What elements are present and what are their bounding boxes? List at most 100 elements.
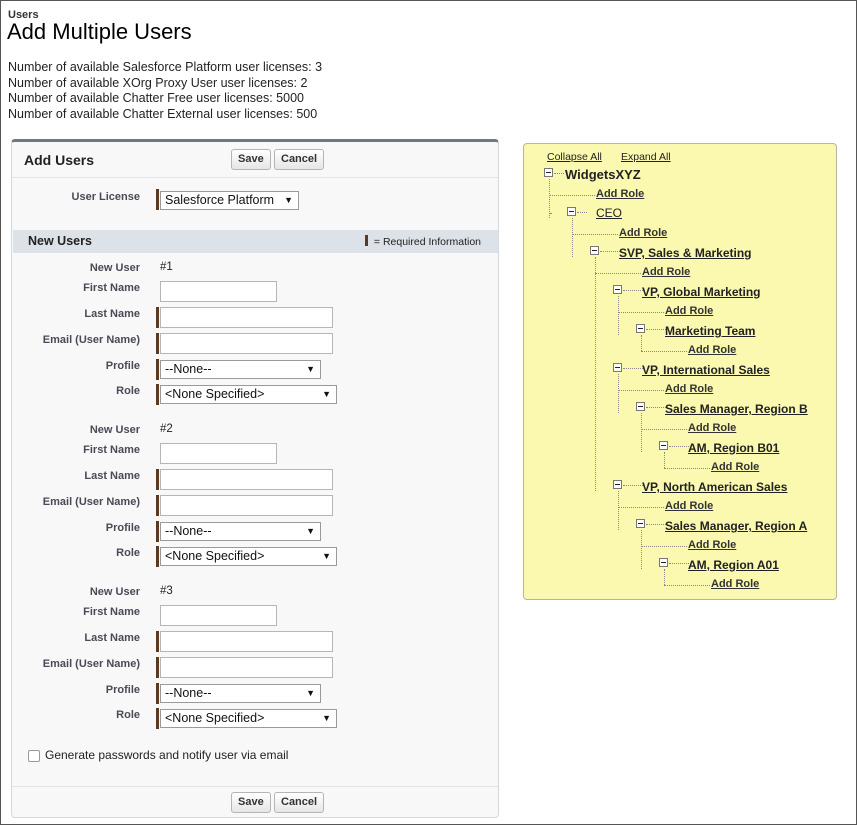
add-role-link[interactable]: Add Role bbox=[688, 344, 736, 356]
user-license-select[interactable]: Salesforce Platform ▼ bbox=[160, 191, 299, 210]
tree-connector bbox=[595, 257, 596, 491]
tree-connector bbox=[641, 530, 642, 569]
first-name-label: First Name bbox=[83, 282, 140, 294]
license-info: Number of available Salesforce Platform … bbox=[8, 60, 322, 122]
tree-connector bbox=[618, 312, 664, 313]
cancel-button[interactable]: Cancel bbox=[274, 149, 325, 170]
tree-connector bbox=[646, 407, 666, 408]
role-node-sales-manager-region-a[interactable]: Sales Manager, Region A bbox=[665, 519, 807, 533]
first-name-input[interactable] bbox=[160, 605, 277, 626]
add-role-link[interactable]: Add Role bbox=[619, 227, 667, 239]
tree-connector bbox=[664, 585, 710, 586]
role-node-sales-manager-region-b[interactable]: Sales Manager, Region B bbox=[665, 402, 808, 416]
collapse-all-link[interactable]: Collapse All bbox=[547, 151, 602, 163]
profile-select[interactable]: --None-- ▼ bbox=[160, 684, 321, 703]
tree-connector bbox=[618, 491, 619, 530]
first-name-label: First Name bbox=[83, 444, 140, 456]
required-indicator bbox=[156, 307, 159, 328]
user-number: #1 bbox=[160, 261, 173, 273]
role-select[interactable]: <None Specified> ▼ bbox=[160, 385, 337, 404]
last-name-input[interactable] bbox=[160, 469, 333, 490]
add-role-link[interactable]: Add Role bbox=[711, 461, 759, 473]
last-name-label: Last Name bbox=[84, 632, 140, 644]
collapse-toggle-icon[interactable] bbox=[567, 207, 576, 216]
collapse-toggle-icon[interactable] bbox=[613, 285, 622, 294]
role-value: <None Specified> bbox=[165, 711, 265, 725]
dropdown-arrow-icon: ▼ bbox=[306, 526, 315, 536]
first-name-label: First Name bbox=[83, 606, 140, 618]
notify-checkbox[interactable] bbox=[28, 750, 40, 762]
tree-connector bbox=[641, 335, 642, 351]
profile-value: --None-- bbox=[165, 686, 212, 700]
add-role-link[interactable]: Add Role bbox=[665, 305, 713, 317]
tree-connector bbox=[641, 546, 687, 547]
role-node-am-region-b01[interactable]: AM, Region B01 bbox=[688, 441, 779, 455]
role-node-ceo[interactable]: CEO bbox=[596, 206, 622, 220]
collapse-toggle-icon[interactable] bbox=[613, 480, 622, 489]
tree-connector bbox=[641, 429, 687, 430]
license-line: Number of available Chatter Free user li… bbox=[8, 91, 304, 105]
role-select[interactable]: <None Specified> ▼ bbox=[160, 547, 337, 566]
role-node-vp-north-american-sales[interactable]: VP, North American Sales bbox=[642, 480, 787, 494]
collapse-toggle-icon[interactable] bbox=[659, 558, 668, 567]
collapse-toggle-icon[interactable] bbox=[590, 246, 599, 255]
collapse-toggle-icon[interactable] bbox=[636, 402, 645, 411]
tree-connector bbox=[641, 413, 642, 452]
save-button-bottom[interactable]: Save bbox=[231, 792, 271, 813]
role-hierarchy-panel: Collapse All Expand All WidgetsXYZ Add R… bbox=[523, 143, 837, 600]
save-button[interactable]: Save bbox=[231, 149, 271, 170]
tree-connector bbox=[549, 213, 551, 214]
collapse-toggle-icon[interactable] bbox=[636, 324, 645, 333]
email-label: Email (User Name) bbox=[42, 658, 140, 670]
role-value: <None Specified> bbox=[165, 387, 265, 401]
collapse-toggle-icon[interactable] bbox=[659, 441, 668, 450]
role-node-svp-sales-marketing[interactable]: SVP, Sales & Marketing bbox=[619, 246, 752, 260]
last-name-input[interactable] bbox=[160, 307, 333, 328]
role-node-vp-international-sales[interactable]: VP, International Sales bbox=[642, 363, 770, 377]
footer-divider bbox=[12, 786, 498, 787]
last-name-input[interactable] bbox=[160, 631, 333, 652]
role-select[interactable]: <None Specified> ▼ bbox=[160, 709, 337, 728]
tree-connector bbox=[618, 390, 664, 391]
cancel-button-bottom[interactable]: Cancel bbox=[274, 792, 325, 813]
required-indicator bbox=[156, 521, 159, 542]
role-label: Role bbox=[116, 385, 140, 397]
profile-label: Profile bbox=[105, 522, 140, 534]
role-node-vp-global-marketing[interactable]: VP, Global Marketing bbox=[642, 285, 760, 299]
dropdown-arrow-icon: ▼ bbox=[306, 688, 315, 698]
first-name-input[interactable] bbox=[160, 443, 277, 464]
required-indicator bbox=[156, 384, 159, 405]
add-role-link[interactable]: Add Role bbox=[688, 539, 736, 551]
add-role-link[interactable]: Add Role bbox=[642, 266, 690, 278]
required-indicator bbox=[156, 631, 159, 652]
add-role-link[interactable]: Add Role bbox=[711, 578, 759, 590]
new-users-section-header: New Users = Required Information bbox=[13, 230, 498, 253]
new-user-label: New User bbox=[89, 262, 140, 274]
email-input[interactable] bbox=[160, 495, 333, 516]
required-legend: = Required Information bbox=[364, 235, 481, 248]
required-indicator bbox=[156, 708, 159, 729]
add-role-link[interactable]: Add Role bbox=[596, 188, 644, 200]
tree-connector bbox=[618, 374, 619, 413]
collapse-toggle-icon[interactable] bbox=[613, 363, 622, 372]
tree-root-label: WidgetsXYZ bbox=[565, 167, 641, 182]
tree-connector bbox=[646, 524, 666, 525]
profile-label: Profile bbox=[105, 684, 140, 696]
dropdown-arrow-icon: ▼ bbox=[306, 364, 315, 374]
profile-select[interactable]: --None-- ▼ bbox=[160, 360, 321, 379]
add-role-link[interactable]: Add Role bbox=[665, 500, 713, 512]
collapse-toggle-icon[interactable] bbox=[544, 168, 553, 177]
collapse-toggle-icon[interactable] bbox=[636, 519, 645, 528]
add-role-link[interactable]: Add Role bbox=[688, 422, 736, 434]
panel-header: Add Users Save Cancel bbox=[12, 142, 498, 178]
role-node-am-region-a01[interactable]: AM, Region A01 bbox=[688, 558, 779, 572]
new-user-label: New User bbox=[89, 586, 140, 598]
add-role-link[interactable]: Add Role bbox=[665, 383, 713, 395]
first-name-input[interactable] bbox=[160, 281, 277, 302]
email-input[interactable] bbox=[160, 657, 333, 678]
role-node-marketing-team[interactable]: Marketing Team bbox=[665, 324, 755, 338]
profile-select[interactable]: --None-- ▼ bbox=[160, 522, 321, 541]
expand-all-link[interactable]: Expand All bbox=[621, 151, 671, 163]
user-license-value: Salesforce Platform bbox=[165, 193, 275, 207]
email-input[interactable] bbox=[160, 333, 333, 354]
